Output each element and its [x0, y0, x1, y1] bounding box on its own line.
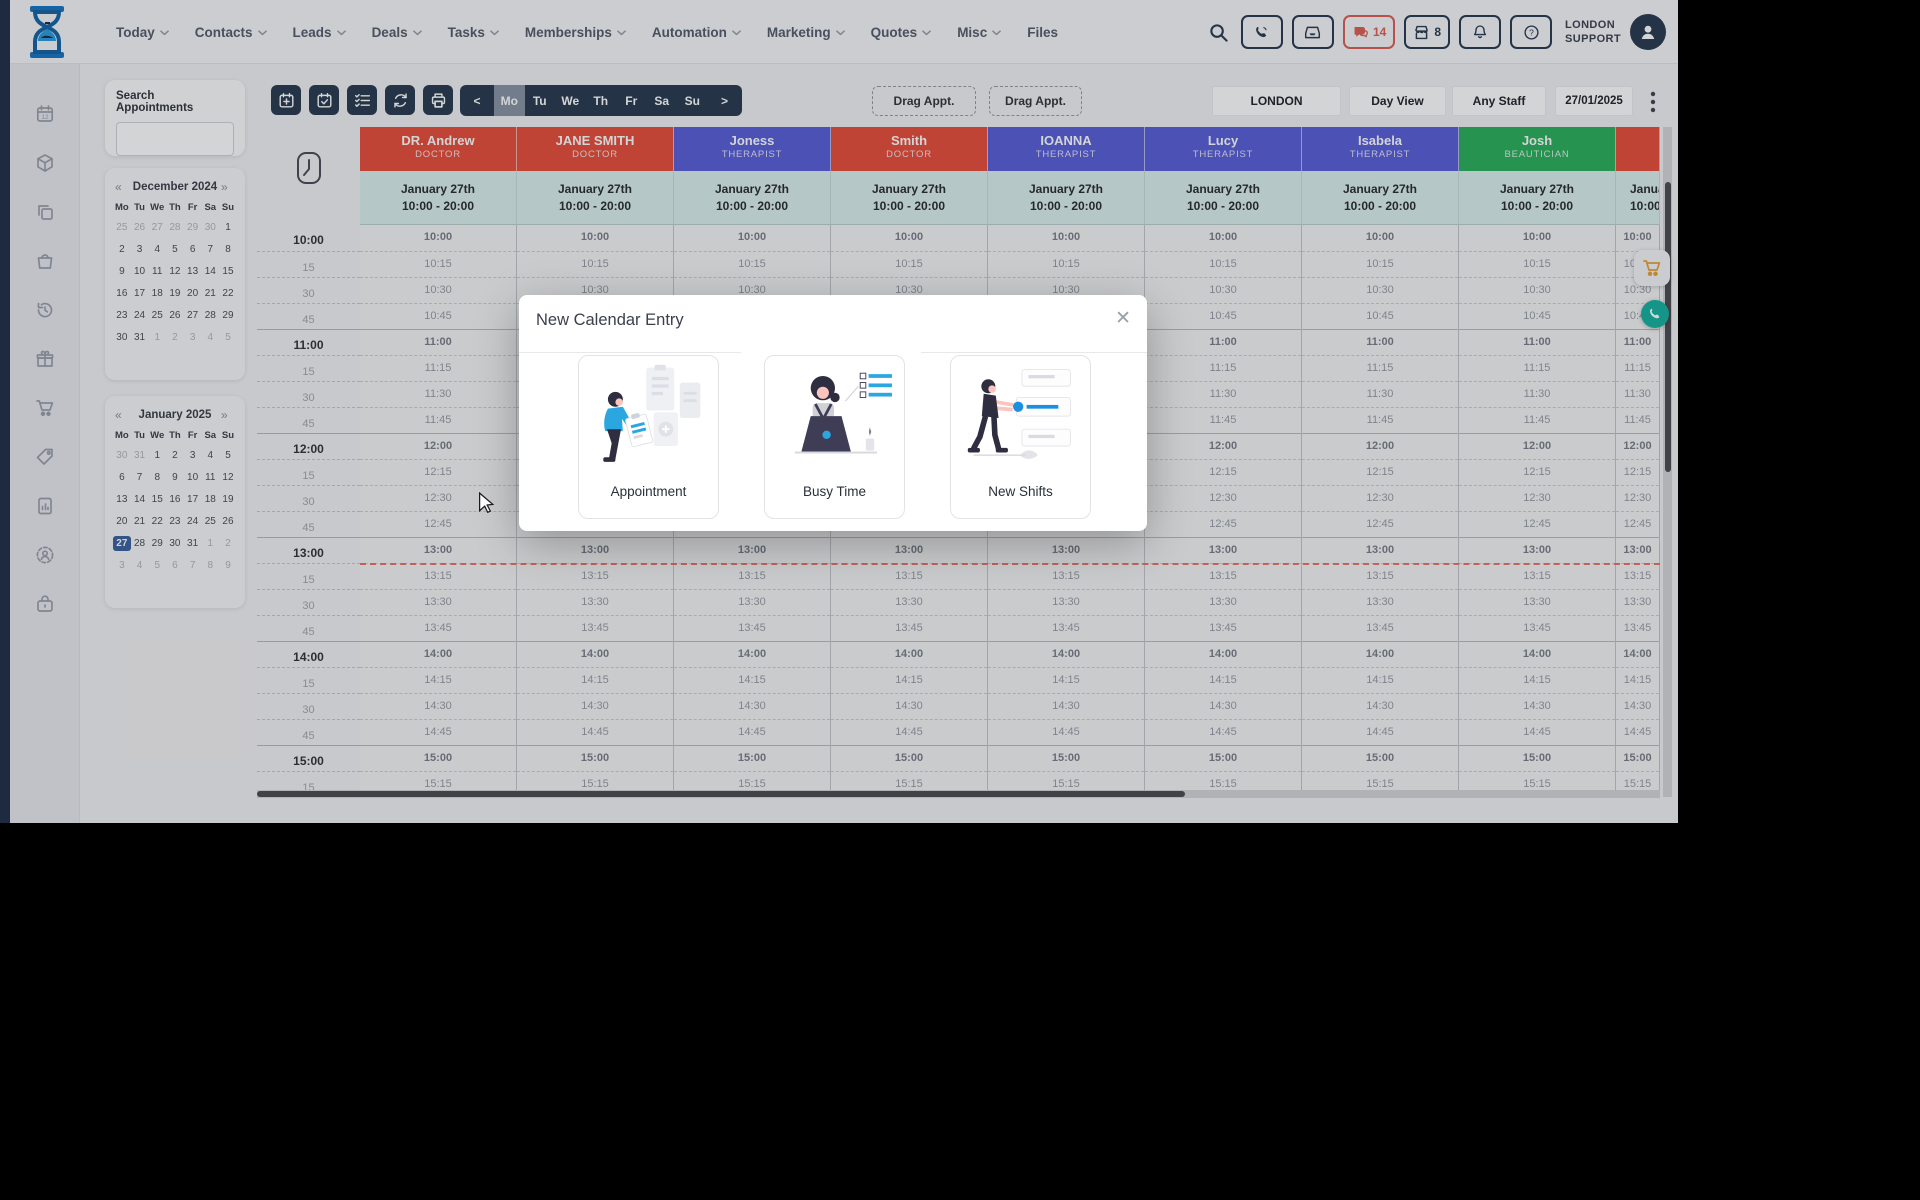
busy-time-illustration: [765, 356, 904, 474]
appointment-illustration: [579, 356, 718, 474]
new-shifts-illustration: [951, 356, 1090, 474]
modal-option-busy-time[interactable]: Busy Time: [764, 355, 905, 519]
close-icon[interactable]: ✕: [1115, 307, 1131, 330]
modal-option-new-shifts[interactable]: New Shifts: [950, 355, 1091, 519]
new-calendar-entry-modal: New Calendar Entry ✕ Appointment Busy Ti…: [519, 295, 1147, 531]
modal-option-appointment[interactable]: Appointment: [578, 355, 719, 519]
modal-title: New Calendar Entry: [536, 311, 684, 330]
mouse-cursor: [478, 492, 495, 519]
modal-option-label: New Shifts: [951, 484, 1090, 499]
app-window: TodayContactsLeadsDealsTasksMembershipsA…: [0, 0, 1678, 823]
modal-option-label: Appointment: [579, 484, 718, 499]
modal-option-label: Busy Time: [765, 484, 904, 499]
